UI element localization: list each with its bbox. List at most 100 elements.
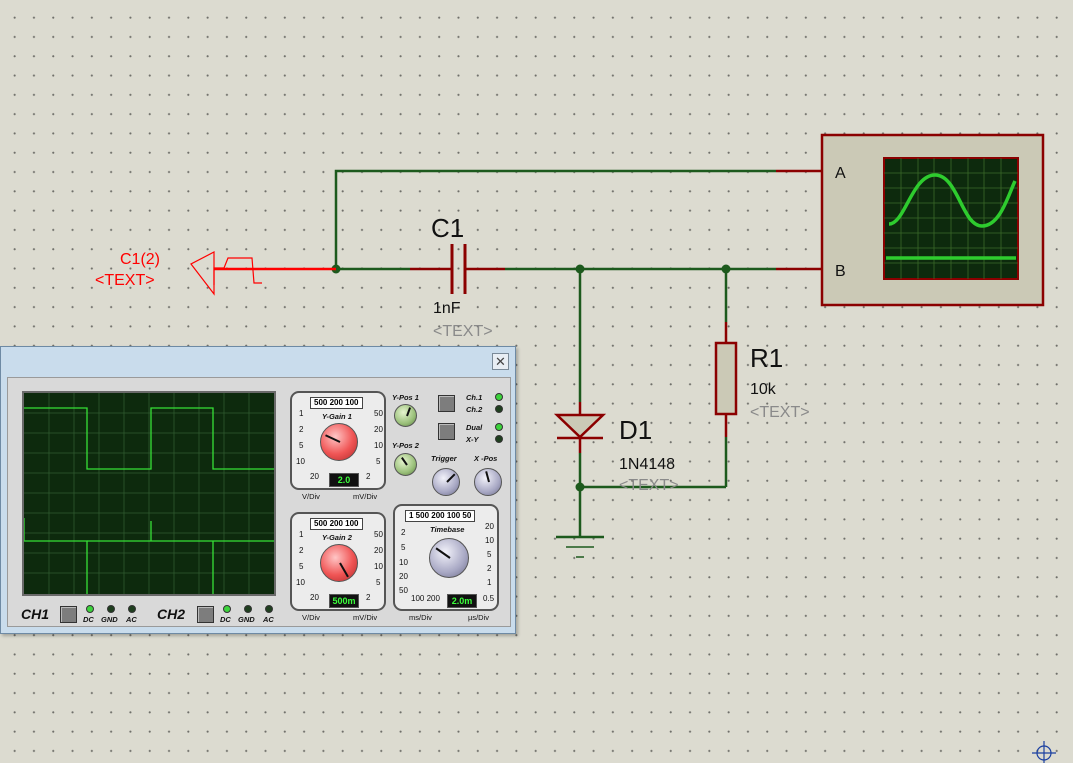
mode-ch2-label: Ch.2	[466, 405, 483, 414]
xpos-label: X -Pos	[474, 454, 498, 463]
ch1-dc-led	[86, 605, 94, 613]
oscilloscope-traces	[23, 393, 274, 594]
ch2-label: CH2	[157, 606, 186, 622]
resistor-ref: R1	[750, 343, 783, 373]
trigger-knob[interactable]	[432, 468, 460, 496]
ygain1-right-tick: 10	[374, 441, 383, 450]
ch2-gnd-label: GND	[238, 615, 255, 624]
ygain1-scale-top: 500 200 100	[310, 397, 363, 409]
ygain2-right-tick: 2	[366, 593, 371, 602]
timebase-knob[interactable]	[429, 538, 469, 578]
diode-value: 1N4148	[619, 456, 675, 473]
ch2-coupling-button[interactable]	[197, 606, 214, 623]
ygain2-left-unit: V/Div	[302, 613, 320, 622]
ygain1-right-tick: 20	[374, 425, 383, 434]
ch1-coupling-button[interactable]	[60, 606, 77, 623]
trigger-label: Trigger	[431, 454, 457, 463]
ygain1-left-tick: 20	[310, 472, 319, 481]
ygain2-right-unit: mV/Div	[353, 613, 378, 622]
generator-text: <TEXT>	[95, 272, 155, 289]
ygain2-control: 500 200 100 Y-Gain 2 1 2 5 10 20 50 20 1…	[290, 512, 386, 611]
ypos2-label: Y-Pos 2	[392, 441, 419, 450]
diode-d1[interactable]	[553, 402, 607, 453]
ygain2-title: Y-Gain 2	[322, 533, 352, 542]
ygain1-right-unit: mV/Div	[353, 492, 378, 501]
timebase-left-tick: 5	[401, 543, 406, 552]
ygain2-left-tick: 1	[299, 530, 304, 539]
ygain2-left-tick: 2	[299, 546, 304, 555]
close-icon[interactable]: ✕	[492, 353, 509, 370]
timebase-right-tick: 20	[485, 522, 494, 531]
oscilloscope-panel: 500 200 100 Y-Gain 1 1 2 5 10 20 50 20 1…	[7, 377, 511, 627]
ground-symbol[interactable]	[556, 535, 604, 558]
ch2-gnd-led	[244, 605, 252, 613]
timebase-display: 2.0m	[447, 594, 477, 608]
capacitor-text: <TEXT>	[433, 323, 493, 340]
ch1-ac-label: AC	[126, 615, 137, 624]
mode-xy-led	[495, 435, 503, 443]
capacitor-ref: C1	[431, 213, 464, 243]
mode-dual-led	[495, 423, 503, 431]
ygain1-title: Y-Gain 1	[322, 412, 352, 421]
ygain1-right-tick: 50	[374, 409, 383, 418]
generator-c1-2[interactable]	[190, 251, 336, 296]
ygain1-left-tick: 2	[299, 425, 304, 434]
xpos-knob[interactable]	[474, 468, 502, 496]
ch1-ac-led	[128, 605, 136, 613]
scope-pin-b: B	[835, 263, 846, 280]
ygain2-right-tick: 5	[376, 578, 381, 587]
timebase-title: Timebase	[430, 525, 465, 534]
ygain1-left-tick: 10	[296, 457, 305, 466]
timebase-left-tick: 2	[401, 528, 406, 537]
diode-text: <TEXT>	[619, 477, 679, 494]
ch1-dc-label: DC	[83, 615, 94, 624]
ygain1-right-tick: 2	[366, 472, 371, 481]
ch2-dc-label: DC	[220, 615, 231, 624]
ygain1-knob[interactable]	[320, 423, 358, 461]
dual-xy-mode-button[interactable]	[438, 423, 455, 440]
timebase-left-tick: 20	[399, 572, 408, 581]
diode-ref: D1	[619, 415, 652, 445]
generator-ref: C1(2)	[120, 251, 160, 268]
timebase-right-tick: 0.5	[483, 594, 495, 603]
mode-ch1-label: Ch.1	[466, 393, 483, 402]
ygain1-left-unit: V/Div	[302, 492, 320, 501]
oscilloscope-screen	[22, 391, 276, 596]
mode-dual-label: Dual	[466, 423, 483, 432]
capacitor-value: 1nF	[433, 300, 461, 317]
ygain2-knob[interactable]	[320, 544, 358, 582]
ygain2-left-tick: 10	[296, 578, 305, 587]
mode-xy-label: X-Y	[466, 435, 479, 444]
origin-marker	[1032, 741, 1056, 763]
timebase-scale-top: 1 500 200 100 50	[405, 510, 476, 522]
timebase-left-tick: 50	[399, 586, 408, 595]
timebase-right-unit: µs/Div	[468, 613, 489, 622]
resistor-value: 10k	[750, 381, 777, 398]
ch1-gnd-label: GND	[101, 615, 118, 624]
ypos2-knob[interactable]	[394, 453, 417, 476]
ch1-gnd-led	[107, 605, 115, 613]
timebase-right-tick: 10	[485, 536, 494, 545]
timebase-left-unit: ms/Div	[409, 613, 432, 622]
ygain1-right-tick: 5	[376, 457, 381, 466]
scope-pin-a: A	[835, 165, 846, 182]
mode-ch2-led	[495, 405, 503, 413]
ch1-ch2-mode-button[interactable]	[438, 395, 455, 412]
ygain2-left-tick: 5	[299, 562, 304, 571]
ygain2-right-tick: 20	[374, 546, 383, 555]
capacitor-c1[interactable]	[410, 244, 505, 294]
timebase-control: 1 500 200 100 50 Timebase 2 5 10 20 50 2…	[393, 504, 499, 611]
oscilloscope-symbol[interactable]	[776, 133, 1045, 307]
resistor-r1[interactable]	[714, 322, 738, 437]
mode-ch1-led	[495, 393, 503, 401]
timebase-right-tick: 5	[487, 550, 492, 559]
ygain2-left-tick: 20	[310, 593, 319, 602]
ygain2-display: 500m	[329, 594, 359, 608]
ygain1-control: 500 200 100 Y-Gain 1 1 2 5 10 20 50 20 1…	[290, 391, 386, 490]
ypos1-label: Y-Pos 1	[392, 393, 419, 402]
ygain1-display: 2.0	[329, 473, 359, 487]
timebase-left-tick: 10	[399, 558, 408, 567]
ypos1-knob[interactable]	[394, 404, 417, 427]
ch2-dc-led	[223, 605, 231, 613]
oscilloscope-window[interactable]: ✕ 500 200 100 Y-Gain 1 1 2 5 10 20 50 20…	[0, 346, 516, 634]
